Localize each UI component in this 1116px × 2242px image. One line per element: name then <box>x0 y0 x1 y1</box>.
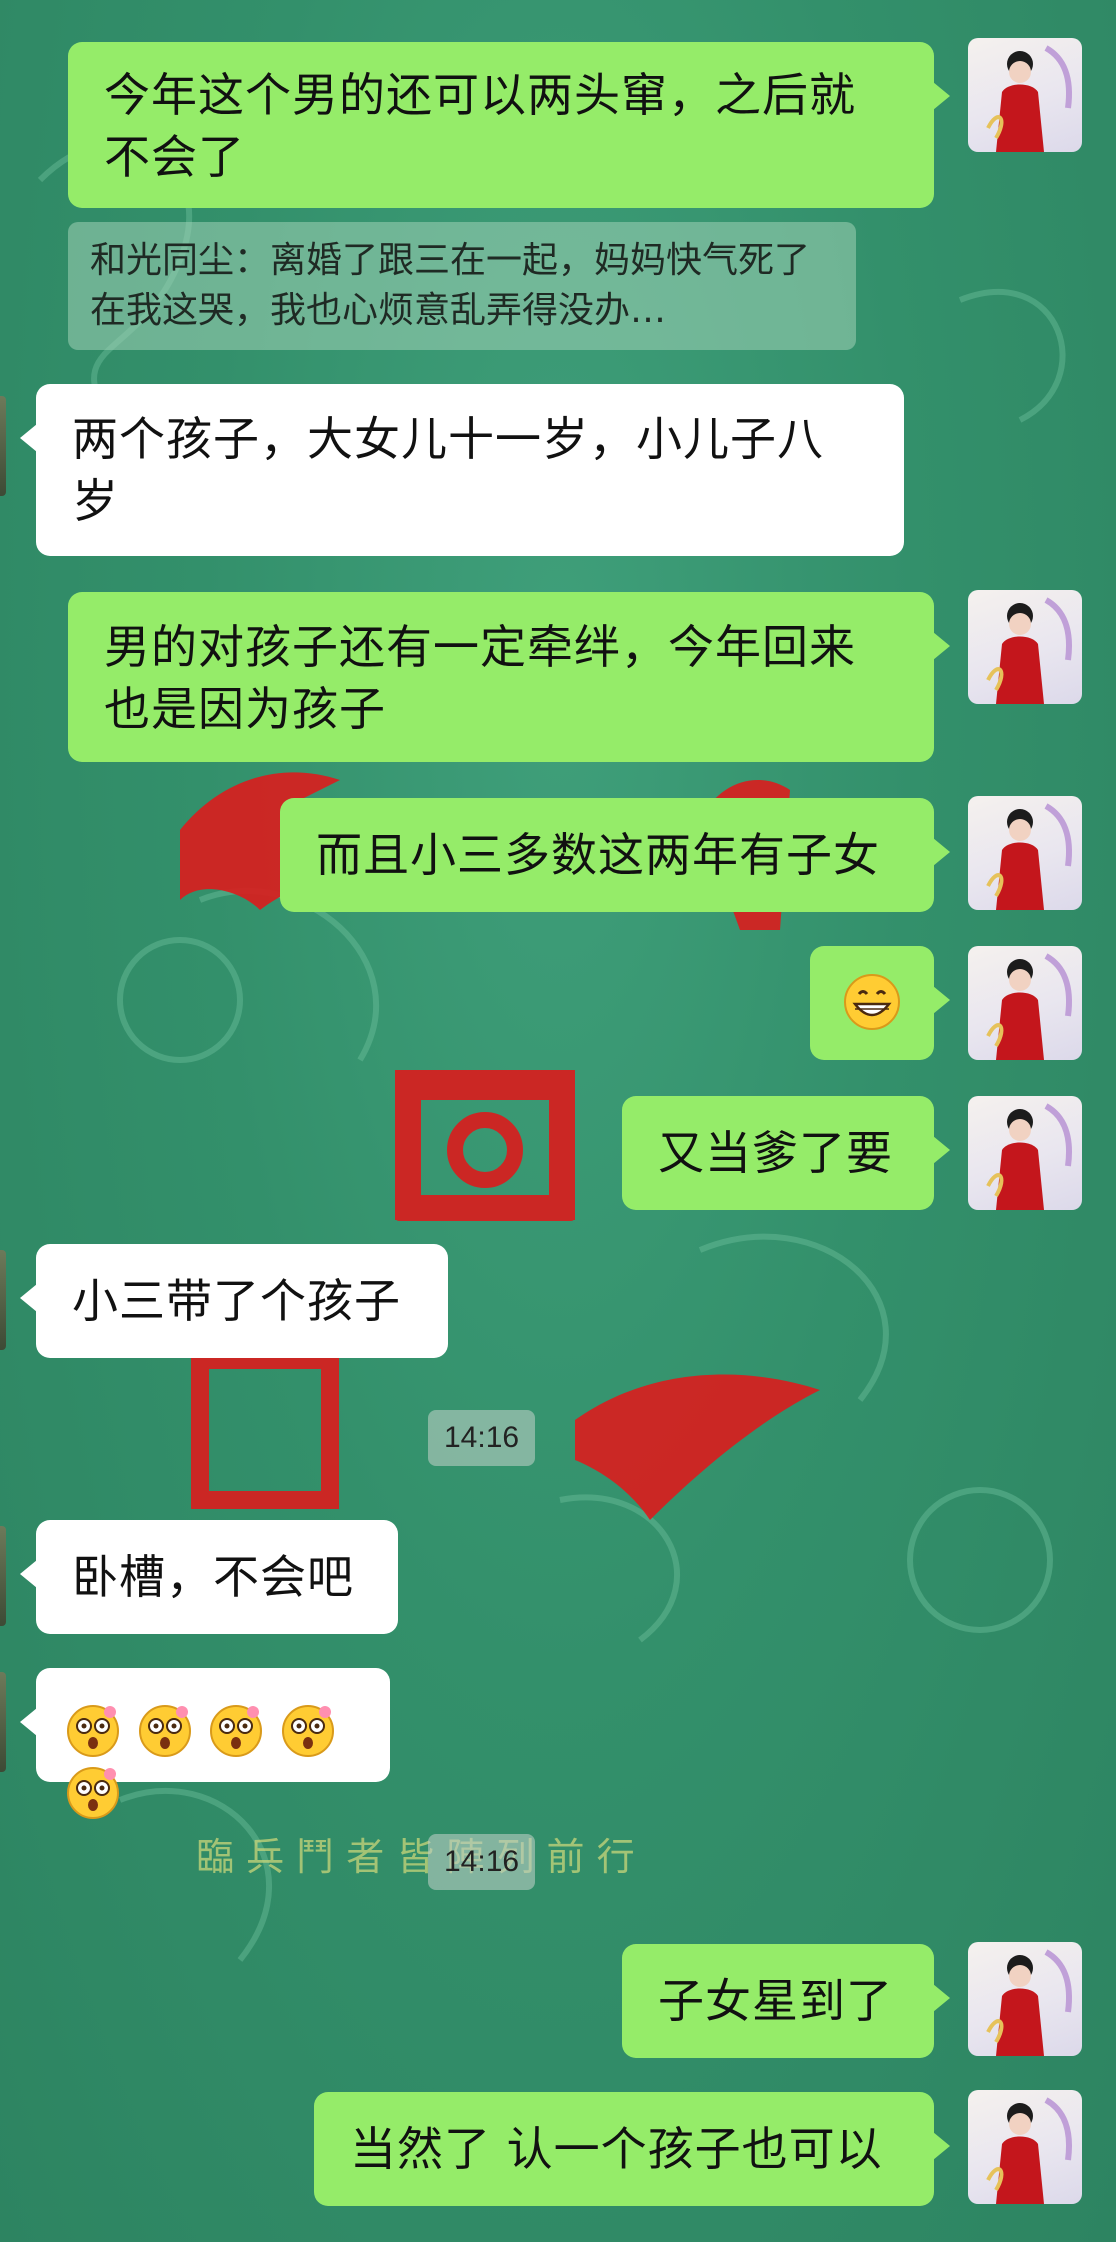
incoming-avatar-edge[interactable] <box>0 1526 6 1626</box>
flushed-face-icon <box>281 1704 334 1757</box>
quoted-text: 和光同尘：离婚了跟三在一起，妈妈快气死了在我这哭，我也心烦意乱弄得没办… <box>90 240 811 331</box>
message-text: 今年这个男的还可以两头窜，之后就不会了 <box>104 68 856 184</box>
message-text: 男的对孩子还有一定牵绊，今年回来也是因为孩子 <box>104 620 856 736</box>
message-text: 当然了 认一个孩子也可以 <box>350 2122 883 2176</box>
quoted-message[interactable]: 和光同尘：离婚了跟三在一起，妈妈快气死了在我这哭，我也心烦意乱弄得没办… <box>68 222 856 350</box>
avatar-portrait <box>986 803 1072 910</box>
message-bubble-incoming[interactable]: 卧槽，不会吧 <box>20 1520 398 1634</box>
flushed-face-icon <box>210 1704 263 1757</box>
flushed-face-icon <box>67 1704 119 1757</box>
avatar-portrait <box>986 597 1072 704</box>
message-text: 又当爹了要 <box>658 1126 893 1180</box>
message-text: 卧槽，不会吧 <box>72 1550 354 1604</box>
timestamp: 14:16 <box>428 1834 536 1890</box>
message-bubble-outgoing[interactable]: 又当爹了要 <box>622 1096 950 1210</box>
avatar[interactable] <box>968 1942 1082 2056</box>
message-text: 两个孩子，大女儿十一岁，小儿子八岁 <box>72 412 824 528</box>
avatar[interactable] <box>968 946 1082 1060</box>
timestamp: 14:16 <box>428 1410 536 1466</box>
message-text: 而且小三多数这两年有子女 <box>316 828 880 882</box>
message-text: 小三带了个孩子 <box>72 1274 401 1328</box>
message-bubble-incoming[interactable]: 两个孩子，大女儿十一岁，小儿子八岁 <box>20 384 904 556</box>
message-text: 子女星到了 <box>658 1974 893 2028</box>
motto-text: 臨 兵 鬥 者 皆 陣 列 前 行 <box>196 1835 635 1879</box>
avatar-portrait <box>986 45 1072 152</box>
avatar-portrait <box>986 1949 1072 2056</box>
message-bubble-outgoing[interactable]: 当然了 认一个孩子也可以 <box>314 2092 950 2206</box>
flushed-face-icon <box>138 1704 191 1757</box>
avatar[interactable] <box>968 1096 1082 1210</box>
message-bubble-emoji[interactable] <box>810 946 950 1060</box>
avatar[interactable] <box>968 590 1082 704</box>
incoming-avatar-edge[interactable] <box>0 1672 6 1772</box>
avatar[interactable] <box>968 796 1082 910</box>
message-bubble-outgoing[interactable]: 而且小三多数这两年有子女 <box>280 798 950 912</box>
message-bubble-incoming[interactable]: 小三带了个孩子 <box>20 1244 448 1358</box>
avatar-portrait <box>986 1103 1072 1210</box>
flushed-face-icon <box>67 1766 119 1819</box>
message-bubble-outgoing[interactable]: 子女星到了 <box>622 1944 950 2058</box>
incoming-avatar-edge[interactable] <box>0 396 6 496</box>
message-bubble-outgoing[interactable]: 今年这个男的还可以两头窜，之后就不会了 <box>68 42 950 208</box>
avatar[interactable] <box>968 2090 1082 2204</box>
avatar-portrait <box>986 2097 1072 2204</box>
avatar-portrait <box>986 953 1072 1060</box>
message-bubble-outgoing[interactable]: 男的对孩子还有一定牵绊，今年回来也是因为孩子 <box>68 592 950 762</box>
message-bubble-emoji[interactable] <box>20 1668 390 1819</box>
grinning-face-icon <box>844 974 900 1030</box>
incoming-avatar-edge[interactable] <box>0 1250 6 1350</box>
avatar[interactable] <box>968 38 1082 152</box>
